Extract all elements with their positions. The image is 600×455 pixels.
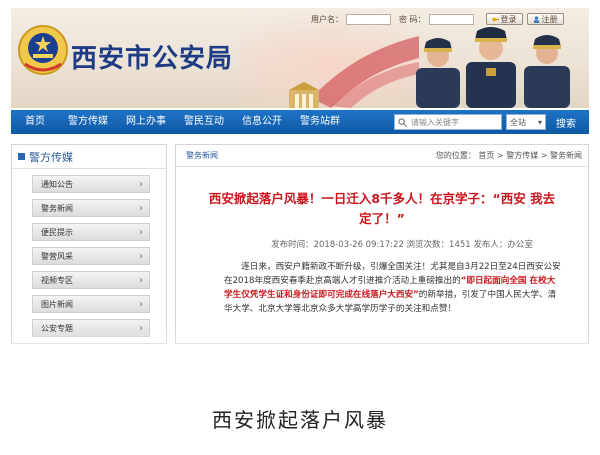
sidebar: 警方传媒 通知公告 › 警务新闻 › 便民提示 › 警营风采 › 视频专区 › 图片新闻 ›… [11,144,167,344]
screenshot-fade [0,330,600,370]
sidebar-item-police-news[interactable]: 警务新闻 › [32,199,150,217]
square-bullet-icon [18,153,25,160]
breadcrumb-prefix: 您的位置： [435,151,476,160]
username-field[interactable] [346,13,391,25]
search-scope-value: 全站 [510,117,526,127]
sidebar-item-notices[interactable]: 通知公告 › [32,175,150,193]
main-content: 警务新闻 您的位置： 首页 > 警方传媒 > 警务新闻 西安掀起落户风暴！一日迁… [175,144,589,344]
breadcrumb-separator: > [540,151,548,160]
chevron-right-icon: › [139,274,143,286]
search-placeholder: 请输入关键字 [411,117,459,127]
chevron-right-icon: › [139,298,143,310]
search-button[interactable]: 搜索 [552,114,580,130]
sidebar-item-photo-news[interactable]: 图片新闻 › [32,295,150,313]
username-label: 用户名： [311,14,343,24]
breadcrumb-media[interactable]: 警方传媒 [506,151,538,160]
sidebar-item-label: 便民提示 [41,227,73,237]
article-meta: 发布时间：2018-03-26 09:17:22 浏览次数：1451 发布人：办… [271,240,533,250]
nav-info-disclosure[interactable]: 信息公开 [233,110,291,134]
ornament-icon [289,82,319,108]
breadcrumb-separator: > [496,151,504,160]
nav-online-service[interactable]: 网上办事 [117,110,175,134]
chevron-right-icon: › [139,178,143,190]
nav-home[interactable]: 首页 [11,110,59,134]
breadcrumb-home[interactable]: 首页 [478,151,494,160]
chevron-right-icon: › [139,250,143,262]
sidebar-item-label: 视频专区 [41,275,73,285]
sidebar-item-tips[interactable]: 便民提示 › [32,223,150,241]
sidebar-item-label: 图片新闻 [41,299,73,309]
search-icon [398,117,407,127]
police-emblem-logo [18,25,68,75]
chevron-down-icon: ▾ [537,117,542,127]
chevron-right-icon: › [139,202,143,214]
content-header: 警务新闻 您的位置： 首页 > 警方传媒 > 警务新闻 [176,145,588,167]
sidebar-item-label: 警务新闻 [41,203,73,213]
main-nav: 首页 警方传媒 网上办事 警民互动 信息公开 警务站群 请输入关键字 全站 ▾ … [11,110,589,134]
sidebar-list: 通知公告 › 警务新闻 › 便民提示 › 警营风采 › 视频专区 › 图片新闻 › 公安专题… [12,169,166,337]
article-body: 连日来，西安户籍新政不断升级，引爆全国关注！尤其是自3月22日至24日西安公安在… [224,260,562,316]
search-input[interactable]: 请输入关键字 [394,114,502,130]
chevron-right-icon: › [139,226,143,238]
sidebar-header: 警方传媒 [12,145,166,169]
breadcrumb: 您的位置： 首页 > 警方传媒 > 警务新闻 [436,150,582,161]
nav-media[interactable]: 警方传媒 [59,110,117,134]
image-caption: 西安掀起落户风暴 [212,408,388,432]
sidebar-item-video[interactable]: 视频专区 › [32,271,150,289]
sidebar-item-style[interactable]: 警营风采 › [32,247,150,265]
section-title: 警务新闻 [186,151,218,160]
police-officers-image [416,27,570,108]
sidebar-item-label: 通知公告 [41,179,73,189]
article-title: 西安掀起落户风暴！一日迁入8千多人！在京学子：“西安 我去定了！” [208,191,556,226]
site-header-banner: 用户名： 密 码： 登录 注册 西安市公安局 [11,8,589,108]
search-scope-select[interactable]: 全站 ▾ [506,114,546,130]
site-title: 西安市公安局 [71,44,234,74]
breadcrumb-news[interactable]: 警务新闻 [550,151,582,160]
nav-station-group[interactable]: 警务站群 [291,110,349,134]
nav-interaction[interactable]: 警民互动 [175,110,233,134]
sidebar-item-label: 警营风采 [41,251,73,261]
sidebar-title: 警方传媒 [29,150,73,164]
nav-search: 请输入关键字 全站 ▾ 搜索 [394,114,580,130]
